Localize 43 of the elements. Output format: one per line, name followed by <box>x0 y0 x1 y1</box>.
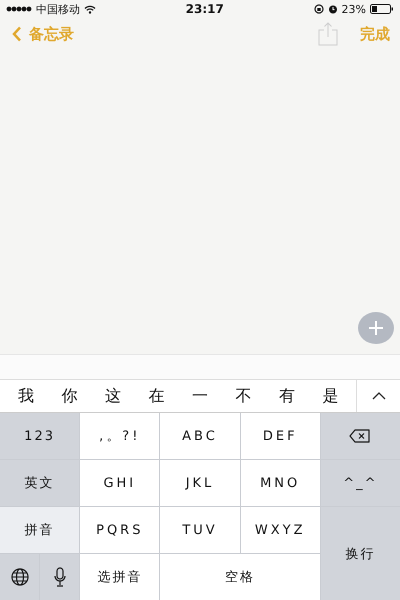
microphone-icon <box>54 567 66 587</box>
keyboard-key[interactable]: 选拼音 <box>80 554 160 600</box>
plus-icon <box>368 320 384 336</box>
clock-time: 23:17 <box>186 2 224 16</box>
globe-icon <box>10 568 29 586</box>
chevron-up-icon <box>372 392 386 400</box>
keyboard-key[interactable]: TUV <box>160 507 240 553</box>
candidate-word[interactable]: 我 <box>18 380 34 412</box>
keyboard-key[interactable]: 换行 <box>320 507 400 600</box>
globe-key[interactable] <box>0 554 40 600</box>
candidate-word[interactable]: 是 <box>322 380 338 412</box>
share-icon[interactable] <box>318 22 338 46</box>
wifi-icon <box>84 4 96 14</box>
candidate-word[interactable]: 一 <box>192 380 208 412</box>
candidate-word[interactable]: 有 <box>278 380 295 412</box>
keyboard-key[interactable]: ABC <box>160 413 240 459</box>
battery-percent: 23% <box>342 2 366 16</box>
back-chevron-icon <box>12 26 22 42</box>
keyboard-key[interactable]: 123 <box>0 413 80 459</box>
keyboard-key[interactable]: 英文 <box>0 460 80 506</box>
battery-icon <box>370 4 394 14</box>
candidate-word[interactable]: 这 <box>104 380 121 412</box>
keyboard-key[interactable]: PQRS <box>80 507 160 553</box>
delete-icon <box>349 429 372 443</box>
microphone-key[interactable] <box>40 554 80 600</box>
rotation-lock-icon <box>314 4 324 14</box>
candidate-word[interactable]: 不 <box>235 380 252 412</box>
alarm-icon <box>328 4 338 14</box>
keyboard-key[interactable]: ^_^ <box>320 460 400 506</box>
candidate-word[interactable]: 你 <box>61 380 78 412</box>
carrier-name: 中国移动 <box>36 2 80 16</box>
add-button[interactable] <box>358 312 394 344</box>
keyboard-key[interactable]: DEF <box>240 413 320 459</box>
keyboard-key[interactable]: GHI <box>80 460 160 506</box>
keyboard-key[interactable]: MNO <box>240 460 320 506</box>
keyboard-key[interactable]: ,。?! <box>80 413 160 459</box>
keyboard-key[interactable]: 拼音 <box>0 507 80 553</box>
keyboard-key[interactable]: WXYZ <box>240 507 320 553</box>
candidate-word[interactable]: 在 <box>148 380 164 412</box>
delete-key[interactable] <box>320 413 400 459</box>
signal-icon <box>6 6 32 12</box>
keyboard-key[interactable]: JKL <box>160 460 240 506</box>
keyboard-key[interactable]: 空格 <box>160 554 320 600</box>
